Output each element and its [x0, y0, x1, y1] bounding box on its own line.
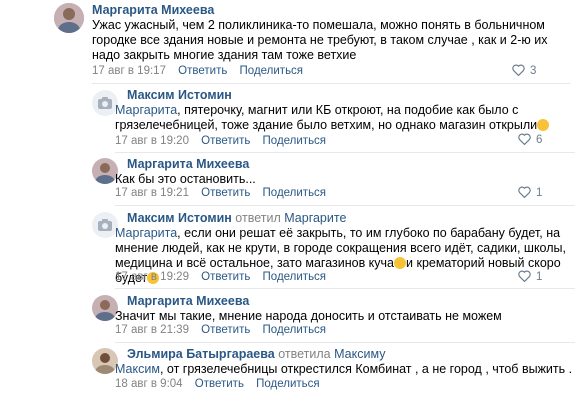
comment-date[interactable]: 17 авг в 21:39: [115, 324, 189, 336]
comment-date[interactable]: 17 авг в 19:21: [115, 187, 189, 199]
comment-meta: 17 авг в 19:20 Ответить Поделиться: [115, 135, 326, 147]
comment-date[interactable]: 17 авг в 19:29: [115, 271, 189, 283]
comment-text: Ужас ужасный, чем 2 поликлиника-то помеш…: [92, 18, 548, 62]
replied-label: ответил: [235, 211, 281, 225]
heart-icon: [518, 133, 531, 146]
author-link[interactable]: Эльмира Батыргараева: [127, 347, 275, 361]
like-count: 1: [536, 187, 543, 199]
like-button[interactable]: 1: [518, 186, 542, 199]
share-button[interactable]: Поделиться: [263, 135, 327, 147]
divider: [115, 288, 575, 289]
like-button[interactable]: 1: [518, 270, 542, 283]
like-count: 1: [536, 271, 543, 283]
reply-button[interactable]: Ответить: [178, 65, 227, 77]
comment-body: , пятерочку, магнит или КБ откроют, на п…: [115, 103, 538, 132]
comment-meta: 17 авг в 19:17 Ответить Поделиться: [92, 65, 303, 77]
avatar-image: [54, 3, 84, 33]
share-button[interactable]: Поделиться: [263, 271, 327, 283]
comment-text: Максим, от грязелечебницы открестился Ко…: [115, 362, 575, 377]
heart-icon: [512, 64, 525, 77]
comment-text: Как бы это остановить...: [115, 172, 256, 186]
replied-to-link[interactable]: Максиму: [334, 347, 385, 361]
share-button[interactable]: Поделиться: [263, 324, 327, 336]
heart-icon: [518, 270, 531, 283]
mention-link[interactable]: Маргарита: [115, 226, 177, 240]
comment-author[interactable]: Максим Истомин: [127, 88, 232, 102]
comment-author[interactable]: Маргарита Михеева: [127, 294, 249, 308]
like-count: 6: [536, 134, 543, 146]
reply-button[interactable]: Ответить: [201, 271, 250, 283]
share-button[interactable]: Поделиться: [263, 187, 327, 199]
replied-label: ответила: [278, 347, 331, 361]
comment-body: , от грязелечебницы открестился Комбинат…: [159, 362, 573, 376]
comment-text: Маргарита, пятерочку, магнит или КБ откр…: [115, 103, 575, 133]
like-button[interactable]: 6: [518, 133, 542, 146]
comment-author[interactable]: Маргарита Михеева: [127, 157, 249, 171]
comment-meta: 17 авг в 21:39 Ответить Поделиться: [115, 324, 326, 336]
divider: [115, 205, 575, 206]
share-button[interactable]: Поделиться: [256, 378, 320, 390]
comment-text: Значит мы такие, мнение народа доносить …: [115, 309, 502, 323]
comment-date[interactable]: 17 авг в 19:20: [115, 135, 189, 147]
reply-button[interactable]: Ответить: [201, 187, 250, 199]
mention-link[interactable]: Максим: [115, 362, 160, 376]
comment-date[interactable]: 17 авг в 19:17: [92, 65, 166, 77]
comment-meta: 18 авг в 9:04 Ответить Поделиться: [115, 378, 320, 390]
like-count: 3: [530, 65, 537, 77]
comment-author[interactable]: Маргарита Михеева: [92, 3, 214, 17]
heart-icon: [518, 186, 531, 199]
comment-meta: 17 авг в 19:21 Ответить Поделиться: [115, 187, 326, 199]
author-link[interactable]: Максим Истомин: [127, 211, 232, 225]
replied-to-link[interactable]: Маргарите: [284, 211, 346, 225]
divider: [115, 152, 575, 153]
avatar[interactable]: [54, 3, 84, 33]
comment-meta: 17 авг в 19:29 Ответить Поделиться: [115, 271, 326, 283]
comment-author: Максим Истомин ответил Маргарите: [127, 211, 346, 225]
reply-button[interactable]: Ответить: [201, 324, 250, 336]
thinking-emoji-icon: [537, 119, 550, 131]
comment-date[interactable]: 18 авг в 9:04: [115, 378, 183, 390]
share-button[interactable]: Поделиться: [240, 65, 304, 77]
reply-button[interactable]: Ответить: [195, 378, 244, 390]
comment-author: Эльмира Батыргараева ответила Максиму: [127, 347, 385, 361]
reply-button[interactable]: Ответить: [201, 135, 250, 147]
like-button[interactable]: 3: [512, 64, 536, 77]
divider: [115, 342, 575, 343]
divider: [92, 83, 570, 84]
mention-link[interactable]: Маргарита: [115, 103, 177, 117]
grimace-emoji-icon: [394, 257, 407, 269]
